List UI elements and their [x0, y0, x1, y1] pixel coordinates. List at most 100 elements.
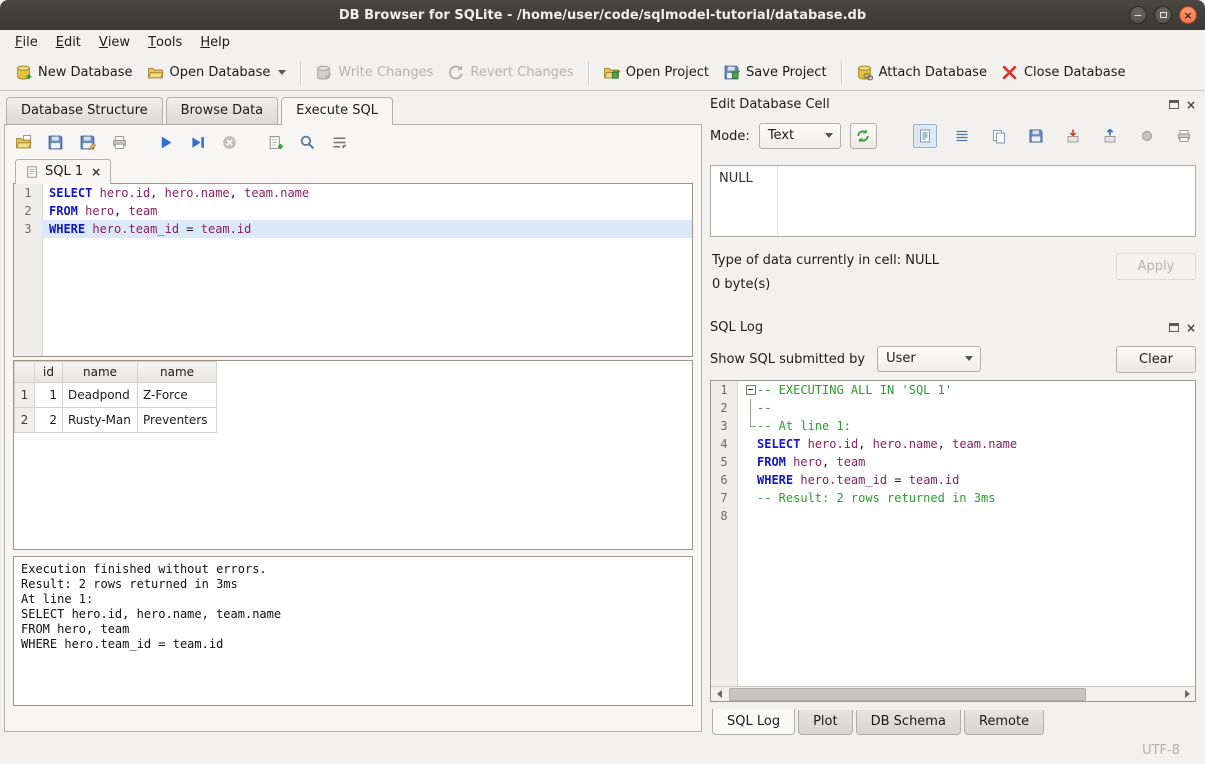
cell[interactable]: 1 — [35, 383, 63, 408]
cell[interactable]: Z-Force — [138, 383, 217, 408]
open-project-icon — [603, 64, 620, 81]
scrollbar-track[interactable] — [727, 687, 1179, 702]
sql-tab[interactable]: SQL 1 × — [15, 159, 111, 184]
toolbar-button-open-project[interactable]: Open Project — [596, 59, 716, 86]
restore-button[interactable] — [1154, 6, 1172, 24]
sql-editor[interactable]: 1SELECT hero.id, hero.name, team.name2FR… — [13, 183, 693, 357]
new-tab-icon[interactable] — [267, 134, 284, 151]
apply-button[interactable]: Apply — [1116, 253, 1196, 280]
code-line: 4SELECT hero.id, hero.name, team.name — [711, 435, 1195, 453]
results-table[interactable]: idnamename11DeadpondZ-Force22Rusty-ManPr… — [14, 361, 217, 433]
toolbar-button-close-database[interactable]: Close Database — [994, 59, 1133, 86]
cell[interactable]: 2 — [35, 408, 63, 433]
toolbar-button-new-database[interactable]: New Database — [8, 59, 140, 86]
sql-log-filter-label: Show SQL submitted by — [710, 352, 865, 367]
save-as-icon[interactable] — [79, 134, 96, 151]
cell[interactable]: Preventers — [138, 408, 217, 433]
toolbar-button-open-database[interactable]: Open Database — [140, 59, 294, 86]
table-row: 22Rusty-ManPreventers — [15, 408, 217, 433]
output-line: SELECT hero.id, hero.name, team.name — [21, 607, 685, 622]
revert-changes-icon — [447, 64, 464, 81]
bottom-tab-remote[interactable]: Remote — [964, 710, 1044, 735]
tab-browse-data[interactable]: Browse Data — [166, 97, 279, 124]
dropdown-arrow-icon[interactable] — [278, 70, 286, 75]
print-icon[interactable] — [111, 134, 128, 151]
cell-editor[interactable]: NULL — [710, 165, 1196, 237]
import-icon[interactable] — [1061, 124, 1085, 148]
cell[interactable]: Rusty-Man — [63, 408, 138, 433]
find-replace-icon[interactable] — [299, 134, 316, 151]
column-header-id-0[interactable]: id — [35, 362, 63, 383]
export-icon[interactable] — [1098, 124, 1122, 148]
toolbar-button-revert-changes[interactable]: Revert Changes — [440, 59, 580, 86]
scroll-right-icon[interactable] — [1179, 687, 1195, 702]
new-database-icon — [15, 64, 32, 81]
cell-size-info: 0 byte(s) — [712, 277, 939, 292]
results-header-row: idnamename — [15, 362, 217, 383]
close-panel-icon[interactable]: × — [1186, 99, 1196, 111]
undock-panel-icon[interactable] — [1169, 323, 1179, 332]
tab-database-structure[interactable]: Database Structure — [6, 97, 163, 124]
menu-tools[interactable]: Tools — [139, 30, 191, 55]
sql-editor-toolbar — [13, 130, 693, 159]
sql-log-filter-select[interactable]: User — [877, 346, 981, 372]
execute-all-icon[interactable] — [157, 134, 174, 151]
print-cell-icon[interactable] — [1172, 124, 1196, 148]
toolbar-button-write-changes[interactable]: Write Changes — [308, 59, 440, 86]
bottom-tab-bar: SQL LogPlotDB SchemaRemote — [710, 710, 1196, 735]
column-header-name-2[interactable]: name — [138, 362, 217, 383]
column-header-name-1[interactable]: name — [63, 362, 138, 383]
execute-line-icon[interactable] — [189, 134, 206, 151]
sql-log-view[interactable]: 1-- EXECUTING ALL IN 'SQL 1'2--3-- At li… — [711, 381, 1195, 686]
tab-execute-sql[interactable]: Execute SQL — [281, 97, 393, 125]
menu-view[interactable]: View — [90, 30, 139, 55]
close-panel-icon[interactable]: × — [1186, 322, 1196, 334]
toolbar-button-save-project[interactable]: Save Project — [716, 59, 834, 86]
horizontal-scrollbar[interactable] — [711, 686, 1195, 701]
fold-marker-icon[interactable] — [744, 381, 757, 399]
bottom-tab-plot[interactable]: Plot — [798, 710, 853, 735]
chevron-down-icon — [825, 133, 833, 138]
close-button[interactable]: × — [1179, 6, 1197, 24]
scrollbar-thumb[interactable] — [729, 688, 1086, 701]
cell-edit-icons — [913, 124, 1196, 148]
code-line: 1SELECT hero.id, hero.name, team.name — [14, 184, 692, 202]
app-window: DB Browser for SQLite - /home/user/code/… — [0, 0, 1205, 764]
menu-file[interactable]: File — [6, 30, 47, 55]
bottom-tab-db-schema[interactable]: DB Schema — [856, 710, 961, 735]
code-line: 1-- EXECUTING ALL IN 'SQL 1' — [711, 381, 1195, 399]
row-number[interactable]: 1 — [15, 383, 35, 408]
scroll-left-icon[interactable] — [711, 687, 727, 702]
menu-help[interactable]: Help — [191, 30, 239, 55]
minimize-button[interactable]: − — [1129, 6, 1147, 24]
titlebar[interactable]: DB Browser for SQLite - /home/user/code/… — [0, 0, 1205, 30]
mode-select[interactable]: Text — [759, 123, 841, 149]
fold-guide — [744, 399, 757, 417]
set-null-icon[interactable] — [1135, 124, 1159, 148]
sql-log-frame: 1-- EXECUTING ALL IN 'SQL 1'2--3-- At li… — [710, 380, 1196, 702]
sql-tab-close-icon[interactable]: × — [91, 165, 101, 179]
justify-icon[interactable] — [950, 124, 974, 148]
line-number: 6 — [711, 471, 737, 489]
copy-icon[interactable] — [987, 124, 1011, 148]
mode-label: Mode: — [710, 129, 750, 144]
undock-panel-icon[interactable] — [1169, 100, 1179, 109]
bottom-tab-sql-log[interactable]: SQL Log — [712, 709, 795, 735]
line-number: 3 — [711, 417, 737, 435]
stop-icon[interactable] — [221, 134, 238, 151]
save-cell-icon[interactable] — [1024, 124, 1048, 148]
row-number[interactable]: 2 — [15, 408, 35, 433]
word-wrap-icon[interactable] — [331, 134, 348, 151]
menu-edit[interactable]: Edit — [47, 30, 90, 55]
sql-tab-label: SQL 1 — [45, 164, 83, 179]
clear-log-button[interactable]: Clear — [1116, 346, 1196, 373]
line-number: 1 — [14, 184, 42, 202]
cell[interactable]: Deadpond — [63, 383, 138, 408]
execution-output[interactable]: Execution finished without errors.Result… — [13, 556, 693, 706]
text-document-icon[interactable] — [913, 124, 937, 148]
toolbar-button-attach-database[interactable]: Attach Database — [849, 59, 994, 86]
auto-switch-mode-button[interactable] — [850, 123, 877, 149]
open-sql-file-icon[interactable] — [15, 134, 32, 151]
fold-guide — [744, 471, 757, 489]
save-sql-file-icon[interactable] — [47, 134, 64, 151]
